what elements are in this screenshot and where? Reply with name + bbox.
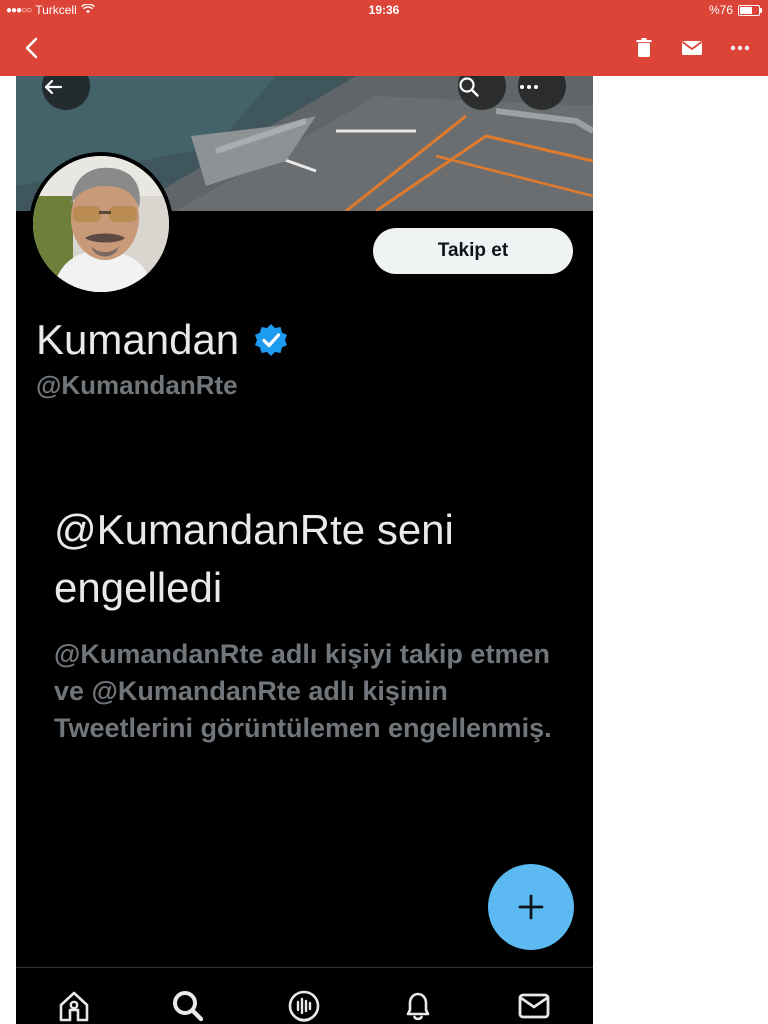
follow-button[interactable]: Takip et bbox=[373, 228, 573, 274]
profile-name-row: Kumandan bbox=[36, 316, 289, 364]
mail-icon bbox=[681, 41, 703, 55]
back-button[interactable] bbox=[18, 34, 46, 62]
embedded-screenshot: Takip et Kumandan @KumandanRte @Kumandan… bbox=[16, 76, 593, 1024]
avatar-image bbox=[33, 156, 169, 292]
battery-percent: %76 bbox=[708, 3, 733, 17]
bottom-navigation bbox=[16, 967, 593, 1024]
more-icon bbox=[730, 45, 750, 51]
nav-search[interactable] bbox=[170, 988, 206, 1024]
verified-badge-icon bbox=[255, 324, 288, 356]
mail-button[interactable] bbox=[680, 36, 704, 60]
spaces-icon bbox=[288, 990, 320, 1022]
display-name: Kumandan bbox=[36, 316, 240, 363]
blocked-description: @KumandanRte adlı kişiyi takip etmen ve … bbox=[54, 639, 552, 743]
search-icon bbox=[173, 991, 204, 1022]
nav-notifications[interactable] bbox=[400, 988, 436, 1024]
app-bar bbox=[0, 20, 768, 76]
delete-button[interactable] bbox=[632, 36, 656, 60]
arrow-left-icon bbox=[44, 79, 63, 95]
battery-area: %76 bbox=[708, 3, 762, 17]
chevron-left-icon bbox=[25, 37, 38, 59]
profile-handle: @KumandanRte bbox=[36, 370, 238, 400]
plus-icon bbox=[518, 894, 544, 920]
messages-icon bbox=[518, 993, 550, 1019]
blocked-title: @KumandanRte seni engelledi bbox=[54, 506, 454, 611]
more-icon bbox=[520, 85, 538, 89]
notifications-icon bbox=[406, 992, 430, 1021]
battery-icon bbox=[738, 4, 762, 16]
nav-messages[interactable] bbox=[516, 988, 552, 1024]
more-button[interactable] bbox=[728, 36, 752, 60]
nav-home[interactable] bbox=[56, 988, 92, 1024]
search-icon bbox=[459, 77, 479, 97]
home-icon bbox=[59, 991, 89, 1022]
status-bar: ●●●○○ Turkcell 19:36 %76 bbox=[0, 0, 768, 20]
nav-spaces[interactable] bbox=[286, 988, 322, 1024]
trash-icon bbox=[636, 38, 652, 57]
avatar[interactable] bbox=[29, 152, 173, 296]
clock: 19:36 bbox=[368, 3, 400, 17]
avatar-photo bbox=[33, 156, 169, 292]
compose-tweet-button[interactable] bbox=[488, 864, 574, 950]
